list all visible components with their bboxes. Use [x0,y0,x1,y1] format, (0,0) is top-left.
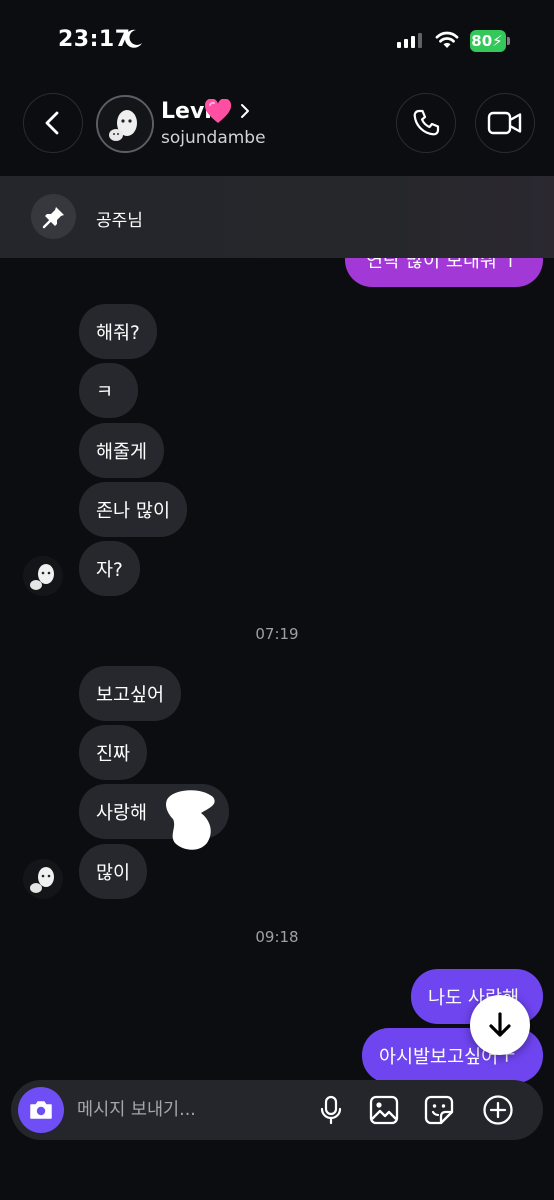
status-time: 23:17 [58,27,131,52]
message-input[interactable] [77,1090,297,1130]
microphone-icon [320,1095,342,1125]
scroll-to-bottom-button[interactable] [470,995,530,1055]
received-message-bubble[interactable]: 보고싶어 [79,666,182,721]
message-text: 존나 많이 [96,500,170,522]
received-message-bubble[interactable]: 존나 많이 [79,482,187,537]
message-text: 해줄게 [96,441,148,463]
message-text: 진짜 [96,743,131,765]
cat-avatar-image [23,556,63,596]
status-bar: 23:17 80 ⚡ [0,0,554,80]
message-composer [11,1080,543,1140]
camera-icon [30,1101,52,1119]
battery-level: 80 [471,32,493,50]
microphone-button[interactable] [314,1093,348,1127]
received-message-bubble[interactable]: 해줄게 [79,423,165,478]
add-button[interactable] [481,1093,515,1127]
phone-icon [413,109,440,136]
voice-call-button[interactable] [396,93,456,153]
received-message-bubble[interactable]: ㅋ [79,363,138,418]
cat-avatar-image [98,97,152,151]
message-text: 사랑해 [96,802,148,824]
profile-avatar[interactable] [96,95,154,153]
pinned-message-text: 공주님 [96,211,143,231]
sender-avatar[interactable] [23,556,63,596]
video-icon [487,111,522,135]
camera-button[interactable] [18,1087,64,1133]
battery-icon: 80 ⚡ [470,30,510,52]
contact-handle: sojundambe [161,128,266,148]
received-message-bubble[interactable]: 진짜 [79,725,148,780]
heart-emoji-icon [204,99,232,123]
signal-icon [397,33,422,48]
message-text: 자? [96,559,123,581]
timestamp-separator: 09:18 [255,928,299,946]
received-message-bubble[interactable]: 많이 [79,844,148,899]
sender-avatar[interactable] [23,859,63,899]
received-message-bubble[interactable]: 자? [79,541,140,596]
cat-avatar-image [23,859,63,899]
sticker-button[interactable] [422,1093,456,1127]
wifi-icon [435,31,459,48]
received-message-bubble[interactable]: 해줘? [79,304,157,359]
gallery-button[interactable] [367,1093,401,1127]
chevron-right-icon[interactable] [238,101,252,121]
sticker-icon [424,1095,454,1125]
redaction-scribble [166,790,215,850]
video-call-button[interactable] [475,93,535,153]
pin-button [31,194,76,239]
message-text: 많이 [96,862,131,884]
gallery-icon [369,1095,399,1125]
message-text: ㅋ [96,381,114,403]
back-button[interactable] [23,93,83,153]
timestamp-separator: 07:19 [255,625,299,643]
message-text: 해줘? [96,322,140,344]
pinned-message-bar[interactable]: 공주님 [0,176,554,258]
add-icon [483,1095,513,1125]
pin-icon [42,206,64,228]
arrow-down-icon [489,1012,511,1037]
message-text: 보고싶어 [96,684,165,706]
moon-icon [125,29,142,48]
back-icon [45,111,59,135]
